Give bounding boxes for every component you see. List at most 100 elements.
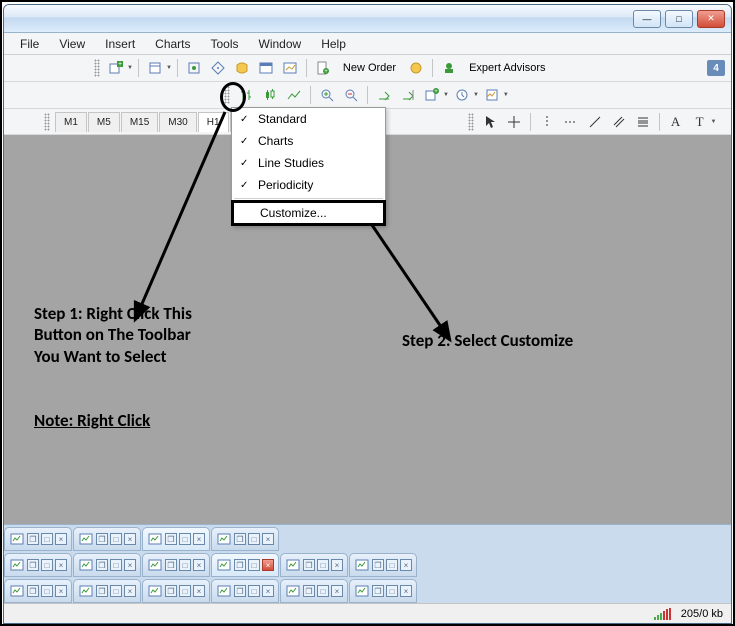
tab-maximize-icon[interactable]: □ — [248, 585, 260, 597]
market-watch-button[interactable] — [183, 57, 205, 79]
tab-close-icon[interactable]: × — [55, 533, 67, 545]
data-window-button[interactable] — [231, 57, 253, 79]
tab-close-icon[interactable]: × — [193, 585, 205, 597]
terminal-button[interactable] — [255, 57, 277, 79]
chart-window-tab[interactable]: ❐□× — [142, 553, 210, 577]
indicators-button[interactable]: + — [421, 84, 443, 106]
tab-close-icon[interactable]: × — [400, 559, 412, 571]
horizontal-line-button[interactable] — [560, 111, 582, 133]
tab-restore-icon[interactable]: ❐ — [303, 559, 315, 571]
tab-maximize-icon[interactable]: □ — [179, 533, 191, 545]
tab-maximize-icon[interactable]: □ — [179, 559, 191, 571]
tab-close-icon[interactable]: × — [124, 533, 136, 545]
chart-window-tab[interactable]: ❐□× — [211, 553, 279, 577]
notification-badge[interactable]: 4 — [707, 60, 725, 76]
crosshair-button[interactable] — [503, 111, 525, 133]
chart-window-tab[interactable]: ❐□× — [73, 579, 141, 603]
tab-restore-icon[interactable]: ❐ — [27, 585, 39, 597]
menu-help[interactable]: Help — [311, 34, 356, 54]
chart-shift-button[interactable] — [397, 84, 419, 106]
periodicity-button[interactable] — [451, 84, 473, 106]
chart-window-tab[interactable]: ❐□× — [349, 553, 417, 577]
chart-window-tab[interactable]: ❐□× — [280, 579, 348, 603]
tab-restore-icon[interactable]: ❐ — [234, 559, 246, 571]
expert-advisors-icon[interactable] — [438, 57, 460, 79]
trendline-button[interactable] — [584, 111, 606, 133]
ctx-customize[interactable]: Customize... — [231, 200, 386, 226]
ctx-line-studies[interactable]: ✓Line Studies — [232, 152, 385, 174]
chart-window-tab[interactable]: ❐□× — [349, 579, 417, 603]
dropdown-arrow-icon[interactable]: ▼ — [711, 119, 717, 125]
tab-maximize-icon[interactable]: □ — [179, 585, 191, 597]
chart-window-tab[interactable]: ❐□× — [4, 527, 72, 551]
new-order-button[interactable]: New Order — [336, 57, 403, 79]
tab-maximize-icon[interactable]: □ — [41, 585, 53, 597]
toolbar-grip-icon[interactable] — [468, 113, 474, 131]
candlestick-button[interactable] — [259, 84, 281, 106]
text-label-button[interactable]: T — [689, 111, 711, 133]
fibonacci-button[interactable] — [632, 111, 654, 133]
timeframe-m1[interactable]: M1 — [55, 112, 87, 132]
dropdown-arrow-icon[interactable]: ▼ — [127, 65, 133, 71]
tab-close-icon[interactable]: × — [262, 585, 274, 597]
chart-window-tab[interactable]: ❐□× — [4, 553, 72, 577]
tab-maximize-icon[interactable]: □ — [386, 585, 398, 597]
vertical-line-button[interactable] — [536, 111, 558, 133]
tab-restore-icon[interactable]: ❐ — [27, 559, 39, 571]
chart-window-tab[interactable]: ❐□× — [280, 553, 348, 577]
tab-close-icon[interactable]: × — [193, 533, 205, 545]
tab-restore-icon[interactable]: ❐ — [96, 559, 108, 571]
menu-tools[interactable]: Tools — [201, 34, 249, 54]
ctx-standard[interactable]: ✓Standard — [232, 108, 385, 130]
menu-file[interactable]: File — [10, 34, 49, 54]
chart-window-tab[interactable]: ❐□× — [73, 527, 141, 551]
chart-window-tab[interactable]: ❐□× — [142, 579, 210, 603]
timeframe-m30[interactable]: M30 — [159, 112, 196, 132]
chart-window-tab[interactable]: ❐□× — [73, 553, 141, 577]
menu-insert[interactable]: Insert — [95, 34, 145, 54]
tab-close-icon[interactable]: × — [400, 585, 412, 597]
close-button[interactable]: ✕ — [697, 10, 725, 28]
cursor-button[interactable] — [479, 111, 501, 133]
chart-window-tab[interactable]: ❐□× — [142, 527, 210, 551]
dropdown-arrow-icon[interactable]: ▼ — [473, 92, 479, 98]
tab-close-icon[interactable]: × — [331, 585, 343, 597]
tab-restore-icon[interactable]: ❐ — [165, 585, 177, 597]
ctx-charts[interactable]: ✓Charts — [232, 130, 385, 152]
chart-window-tab[interactable]: ❐□× — [211, 579, 279, 603]
tab-maximize-icon[interactable]: □ — [248, 533, 260, 545]
auto-scroll-button[interactable] — [373, 84, 395, 106]
tab-maximize-icon[interactable]: □ — [110, 559, 122, 571]
text-button[interactable]: A — [665, 111, 687, 133]
tab-close-icon[interactable]: × — [124, 559, 136, 571]
tab-restore-icon[interactable]: ❐ — [303, 585, 315, 597]
tab-restore-icon[interactable]: ❐ — [372, 585, 384, 597]
tab-maximize-icon[interactable]: □ — [386, 559, 398, 571]
tab-close-icon[interactable]: × — [331, 559, 343, 571]
tab-maximize-icon[interactable]: □ — [41, 533, 53, 545]
new-order-icon-button[interactable]: + — [312, 57, 334, 79]
ctx-periodicity[interactable]: ✓Periodicity — [232, 174, 385, 196]
minimize-button[interactable]: — — [633, 10, 661, 28]
menu-charts[interactable]: Charts — [145, 34, 200, 54]
strategy-tester-button[interactable] — [279, 57, 301, 79]
tab-restore-icon[interactable]: ❐ — [96, 533, 108, 545]
menu-view[interactable]: View — [49, 34, 95, 54]
timeframe-h1[interactable]: H1 — [198, 112, 229, 132]
navigator-button[interactable] — [207, 57, 229, 79]
dropdown-arrow-icon[interactable]: ▼ — [166, 65, 172, 71]
tab-restore-icon[interactable]: ❐ — [234, 585, 246, 597]
tab-restore-icon[interactable]: ❐ — [165, 533, 177, 545]
chart-window-tab[interactable]: ❐□× — [211, 527, 279, 551]
tab-restore-icon[interactable]: ❐ — [372, 559, 384, 571]
templates-button[interactable] — [481, 84, 503, 106]
tab-maximize-icon[interactable]: □ — [110, 533, 122, 545]
tab-restore-icon[interactable]: ❐ — [27, 533, 39, 545]
tab-maximize-icon[interactable]: □ — [248, 559, 260, 571]
line-chart-button[interactable] — [283, 84, 305, 106]
expert-advisors-button[interactable]: Expert Advisors — [462, 57, 552, 79]
maximize-button[interactable]: □ — [665, 10, 693, 28]
dropdown-arrow-icon[interactable]: ▼ — [443, 92, 449, 98]
new-chart-button[interactable]: + — [105, 57, 127, 79]
zoom-out-button[interactable] — [340, 84, 362, 106]
